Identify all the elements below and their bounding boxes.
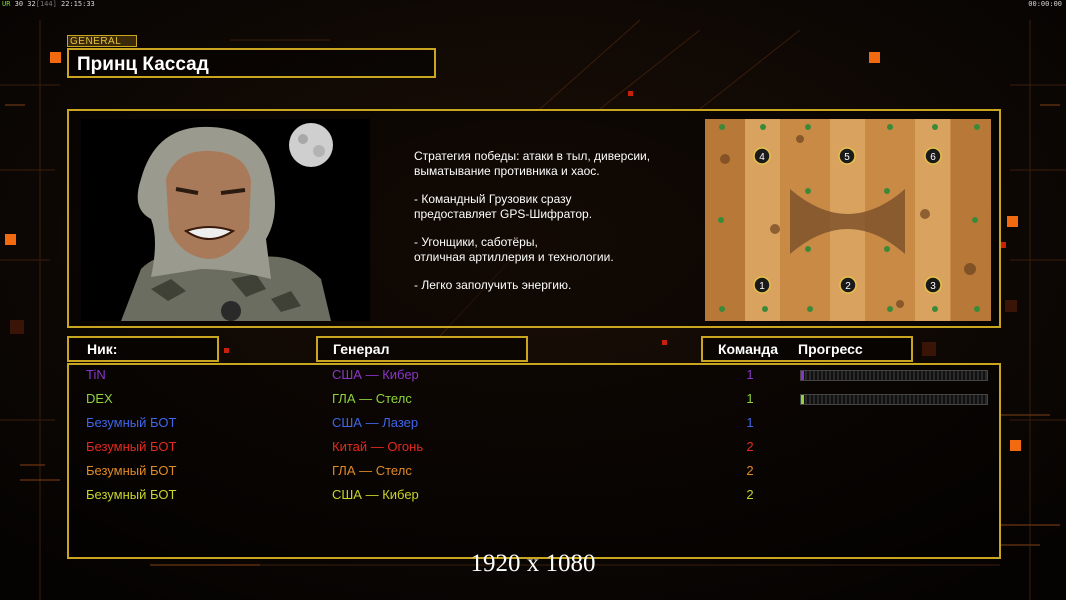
player-general: ГЛА — Стелс xyxy=(332,463,412,478)
players-list: TiN США — Кибер 1 DEX ГЛА — Стелс 1 Безу… xyxy=(67,363,1001,559)
player-team: 2 xyxy=(746,439,754,454)
header-progress: Прогресс xyxy=(798,341,863,357)
general-name-box: Принц Кассад xyxy=(67,48,436,78)
map-preview[interactable]: 4 5 6 1 2 3 xyxy=(705,119,991,321)
player-row: Безумный БОТ Китай — Огонь 2 xyxy=(69,439,999,463)
hud-stat-a: UR xyxy=(2,0,11,8)
description-line: Стратегия победы: атаки в тыл, диверсии,… xyxy=(414,149,651,178)
player-nick: DEX xyxy=(86,391,113,406)
description-line: - Угонщики, саботёры, отличная артиллери… xyxy=(414,235,614,264)
player-general: ГЛА — Стелс xyxy=(332,391,412,406)
description-line: - Легко заполучить энергию. xyxy=(414,278,572,292)
player-team: 2 xyxy=(746,487,754,502)
player-team: 1 xyxy=(746,415,754,430)
player-row: Безумный БОТ США — Лазер 1 xyxy=(69,415,999,439)
header-team-progress: Команда Прогресс xyxy=(701,336,913,362)
player-team: 1 xyxy=(746,391,754,406)
player-row: Безумный БОТ США — Кибер 2 xyxy=(69,487,999,511)
player-general: США — Кибер xyxy=(332,367,419,382)
header-team: Команда xyxy=(718,341,778,357)
player-nick: TiN xyxy=(86,367,106,382)
player-general: США — Кибер xyxy=(332,487,419,502)
player-nick: Безумный БОТ xyxy=(86,415,177,430)
general-description: Стратегия победы: атаки в тыл, диверсии,… xyxy=(414,149,704,306)
player-row: TiN США — Кибер 1 xyxy=(69,367,999,391)
player-team: 1 xyxy=(746,367,754,382)
map-slot-3: 3 xyxy=(930,281,936,292)
hud-stats: UR 30 32[144] 22:15:33 xyxy=(2,0,95,8)
hud-stat-b: 30 32 xyxy=(14,0,36,8)
player-nick: Безумный БОТ xyxy=(86,487,177,502)
hud-stat-c: [144] xyxy=(35,0,57,8)
general-tag: GENERAL xyxy=(67,35,137,47)
description-line: - Командный Грузовик сразу предоставляет… xyxy=(414,192,593,221)
player-row: Безумный БОТ ГЛА — Стелс 2 xyxy=(69,463,999,487)
map-slot-2: 2 xyxy=(845,281,851,292)
map-slot-6: 6 xyxy=(930,152,936,163)
hud-timer: 00:00:00 xyxy=(1028,0,1062,8)
player-nick: Безумный БОТ xyxy=(86,439,177,454)
general-name: Принц Кассад xyxy=(77,54,209,75)
map-slot-4: 4 xyxy=(759,152,765,163)
player-general: США — Лазер xyxy=(332,415,419,430)
player-progress-fill xyxy=(801,395,804,404)
header-nick: Ник: xyxy=(67,336,219,362)
player-row: DEX ГЛА — Стелс 1 xyxy=(69,391,999,415)
header-general: Генерал xyxy=(316,336,528,362)
general-portrait xyxy=(81,119,370,321)
player-progress-fill xyxy=(801,371,804,380)
player-progress-bar xyxy=(800,370,988,381)
player-team: 2 xyxy=(746,463,754,478)
player-nick: Безумный БОТ xyxy=(86,463,177,478)
resolution-label: 1920 x 1080 xyxy=(470,550,596,577)
map-slot-5: 5 xyxy=(844,152,850,163)
hud-clock: 22:15:33 xyxy=(61,0,95,8)
player-general: Китай — Огонь xyxy=(332,439,424,454)
map-slot-1: 1 xyxy=(759,281,765,292)
general-info-panel: Стратегия победы: атаки в тыл, диверсии,… xyxy=(67,109,1001,328)
player-progress-bar xyxy=(800,394,988,405)
